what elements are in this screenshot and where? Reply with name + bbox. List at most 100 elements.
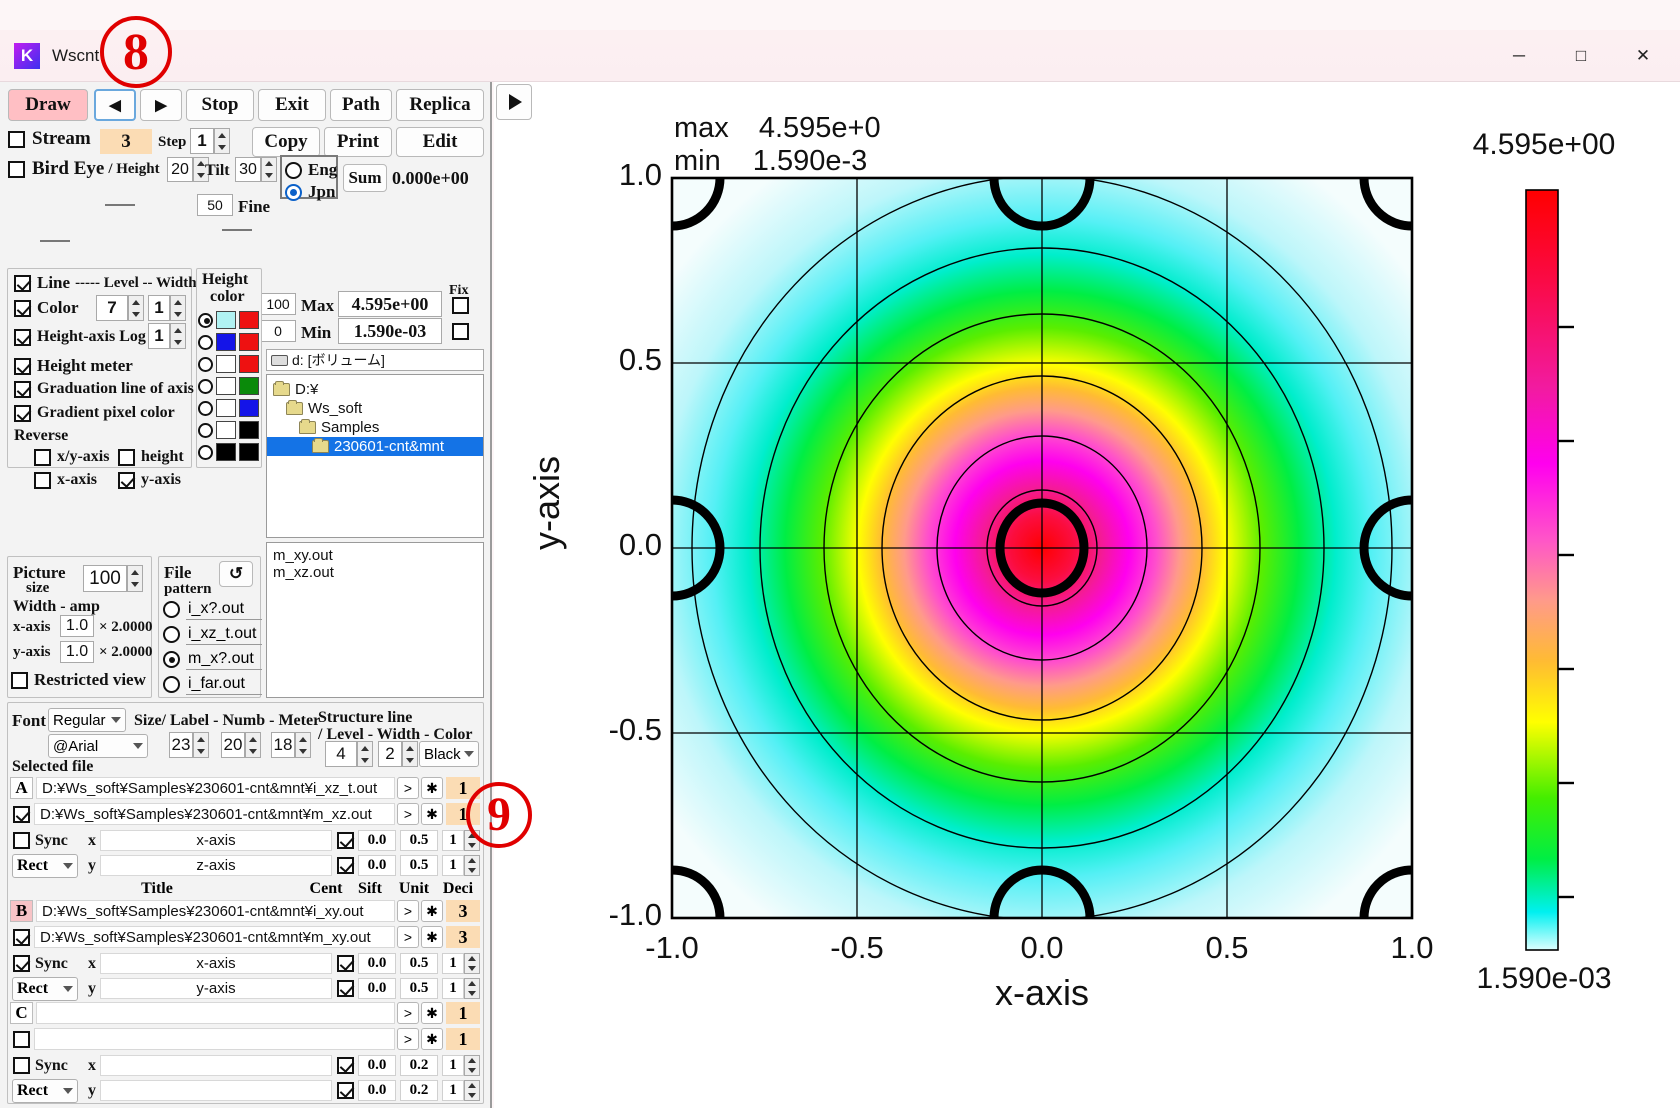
browse-button[interactable]: >	[397, 1028, 419, 1050]
unit-value[interactable]: 1	[442, 953, 464, 974]
height-color-radio[interactable]	[198, 422, 213, 438]
height-color-swatch-right[interactable]	[239, 421, 259, 439]
height-color-radio[interactable]	[198, 444, 213, 460]
height-color-row[interactable]	[198, 397, 259, 419]
edit-button[interactable]: Edit	[396, 127, 484, 157]
file-pattern-radio[interactable]	[163, 676, 180, 693]
refresh-icon[interactable]: ↺	[219, 561, 253, 587]
axis-title-field[interactable]	[100, 1055, 332, 1076]
sift-value[interactable]: 0.2	[400, 1055, 438, 1076]
sync-checkbox[interactable]	[13, 1057, 30, 1074]
list-item[interactable]: m_xz.out	[273, 564, 477, 581]
axis-title-field[interactable]: y-axis	[100, 978, 332, 999]
axis-title-field[interactable]: x-axis	[100, 953, 332, 974]
close-button[interactable]: ✕	[1612, 30, 1674, 82]
height-color-row[interactable]	[198, 441, 259, 463]
height-color-radio[interactable]	[198, 400, 213, 416]
asterisk-button[interactable]: ✱	[421, 1002, 443, 1024]
sift-value[interactable]: 0.5	[400, 978, 438, 999]
stream-value[interactable]: 3	[100, 129, 152, 154]
copy-button[interactable]: Copy	[252, 127, 320, 157]
label-size-spinner[interactable]	[193, 732, 209, 758]
sift-value[interactable]: 0.5	[400, 830, 438, 851]
unit-value[interactable]: 1	[442, 1055, 464, 1076]
browse-button[interactable]: >	[397, 777, 419, 799]
file-pattern-option[interactable]: i_xz_t.out	[163, 622, 263, 647]
height-color-swatch-right[interactable]	[239, 399, 259, 417]
unit-spinner[interactable]	[464, 1055, 480, 1076]
width-y-value[interactable]: 1.0	[60, 641, 94, 663]
axis-enable-checkbox[interactable]	[337, 1082, 354, 1099]
slider-track-2[interactable]	[222, 229, 252, 231]
font-family-select[interactable]: @Arial	[48, 734, 148, 758]
color-level-value[interactable]: 7	[96, 295, 128, 321]
numb-size-spinner[interactable]	[245, 732, 261, 758]
drive-selector[interactable]: d: [ボリューム]	[266, 349, 484, 371]
play-button[interactable]	[496, 84, 532, 120]
height-color-row[interactable]	[198, 331, 259, 353]
height-meter-checkbox[interactable]	[14, 357, 31, 375]
file-pattern-option[interactable]: i_far.out	[163, 672, 262, 697]
reverse-height-checkbox[interactable]	[118, 448, 135, 466]
step-spinner[interactable]	[214, 128, 230, 154]
unit-spinner[interactable]	[464, 978, 480, 999]
tree-node[interactable]: 230601-cnt&mnt	[267, 437, 483, 456]
width-x-value[interactable]: 1.0	[60, 615, 94, 637]
height-color-row[interactable]	[198, 419, 259, 441]
sift-value[interactable]: 0.5	[400, 855, 438, 876]
path-button[interactable]: Path	[330, 89, 392, 121]
browse-button[interactable]: >	[397, 900, 419, 922]
height-color-swatch-right[interactable]	[239, 333, 259, 351]
group-tag-b[interactable]: B	[10, 900, 33, 922]
file-pattern-radio[interactable]	[163, 601, 180, 618]
fix-min-checkbox[interactable]	[452, 323, 469, 340]
next-button[interactable]: ▶	[140, 89, 182, 121]
height-color-swatch-right[interactable]	[239, 355, 259, 373]
browse-button[interactable]: >	[397, 803, 419, 825]
slider-track-1[interactable]	[105, 204, 135, 206]
replica-button[interactable]: Replica	[396, 89, 484, 121]
height-color-swatch-right[interactable]	[239, 311, 259, 329]
height-color-row[interactable]	[198, 309, 259, 331]
file-pattern-radio[interactable]	[163, 651, 180, 668]
file-pattern-option[interactable]: m_x?.out	[163, 647, 262, 672]
gradient-checkbox[interactable]	[14, 404, 31, 422]
axis-enable-checkbox[interactable]	[337, 832, 354, 849]
height-axis-log-value[interactable]: 1	[148, 323, 170, 349]
file-pattern-option[interactable]: i_x?.out	[163, 597, 262, 622]
cent-value[interactable]: 0.0	[358, 830, 396, 851]
axis-enable-checkbox[interactable]	[337, 857, 354, 874]
meter-size-value[interactable]: 18	[271, 732, 295, 758]
height-color-row[interactable]	[198, 353, 259, 375]
color-level-spinner[interactable]	[128, 295, 144, 321]
bird-eye-checkbox[interactable]	[8, 160, 25, 178]
min-value[interactable]: 1.590e-03	[338, 318, 442, 344]
lang-eng-radio[interactable]	[285, 161, 302, 179]
lang-jpn-radio[interactable]	[285, 183, 302, 201]
file-path-field[interactable]	[34, 1028, 395, 1050]
height-axis-log-spinner[interactable]	[170, 323, 186, 349]
prev-button[interactable]: ◀	[94, 89, 136, 121]
tree-node[interactable]: Samples	[267, 418, 483, 437]
cent-value[interactable]: 0.0	[358, 953, 396, 974]
deci-value[interactable]: 3	[446, 926, 480, 948]
shape-select[interactable]: Rect	[12, 976, 78, 1001]
group-tag-a[interactable]: A	[10, 777, 33, 799]
group-tag-c[interactable]: C	[10, 1002, 33, 1024]
restricted-view-checkbox[interactable]	[11, 671, 28, 689]
minimize-button[interactable]: ─	[1488, 30, 1550, 82]
asterisk-button[interactable]: ✱	[421, 1028, 443, 1050]
struct-width-spinner[interactable]	[402, 741, 418, 767]
reverse-y-checkbox[interactable]	[118, 471, 135, 489]
file-path-field[interactable]: D:¥Ws_soft¥Samples¥230601-cnt&mnt¥m_xz.o…	[34, 803, 395, 825]
file-list[interactable]: m_xy.out m_xz.out	[266, 542, 484, 698]
color-width-value[interactable]: 1	[148, 295, 170, 321]
height-color-radio[interactable]	[198, 334, 213, 350]
font-weight-select[interactable]: Regular	[48, 708, 126, 732]
file-pattern-radio[interactable]	[163, 626, 180, 643]
print-button[interactable]: Print	[324, 127, 392, 157]
height-color-swatch-left[interactable]	[216, 399, 236, 417]
step-value[interactable]: 1	[190, 128, 214, 154]
sum-button[interactable]: Sum	[343, 164, 387, 192]
height-color-swatch-left[interactable]	[216, 311, 236, 329]
